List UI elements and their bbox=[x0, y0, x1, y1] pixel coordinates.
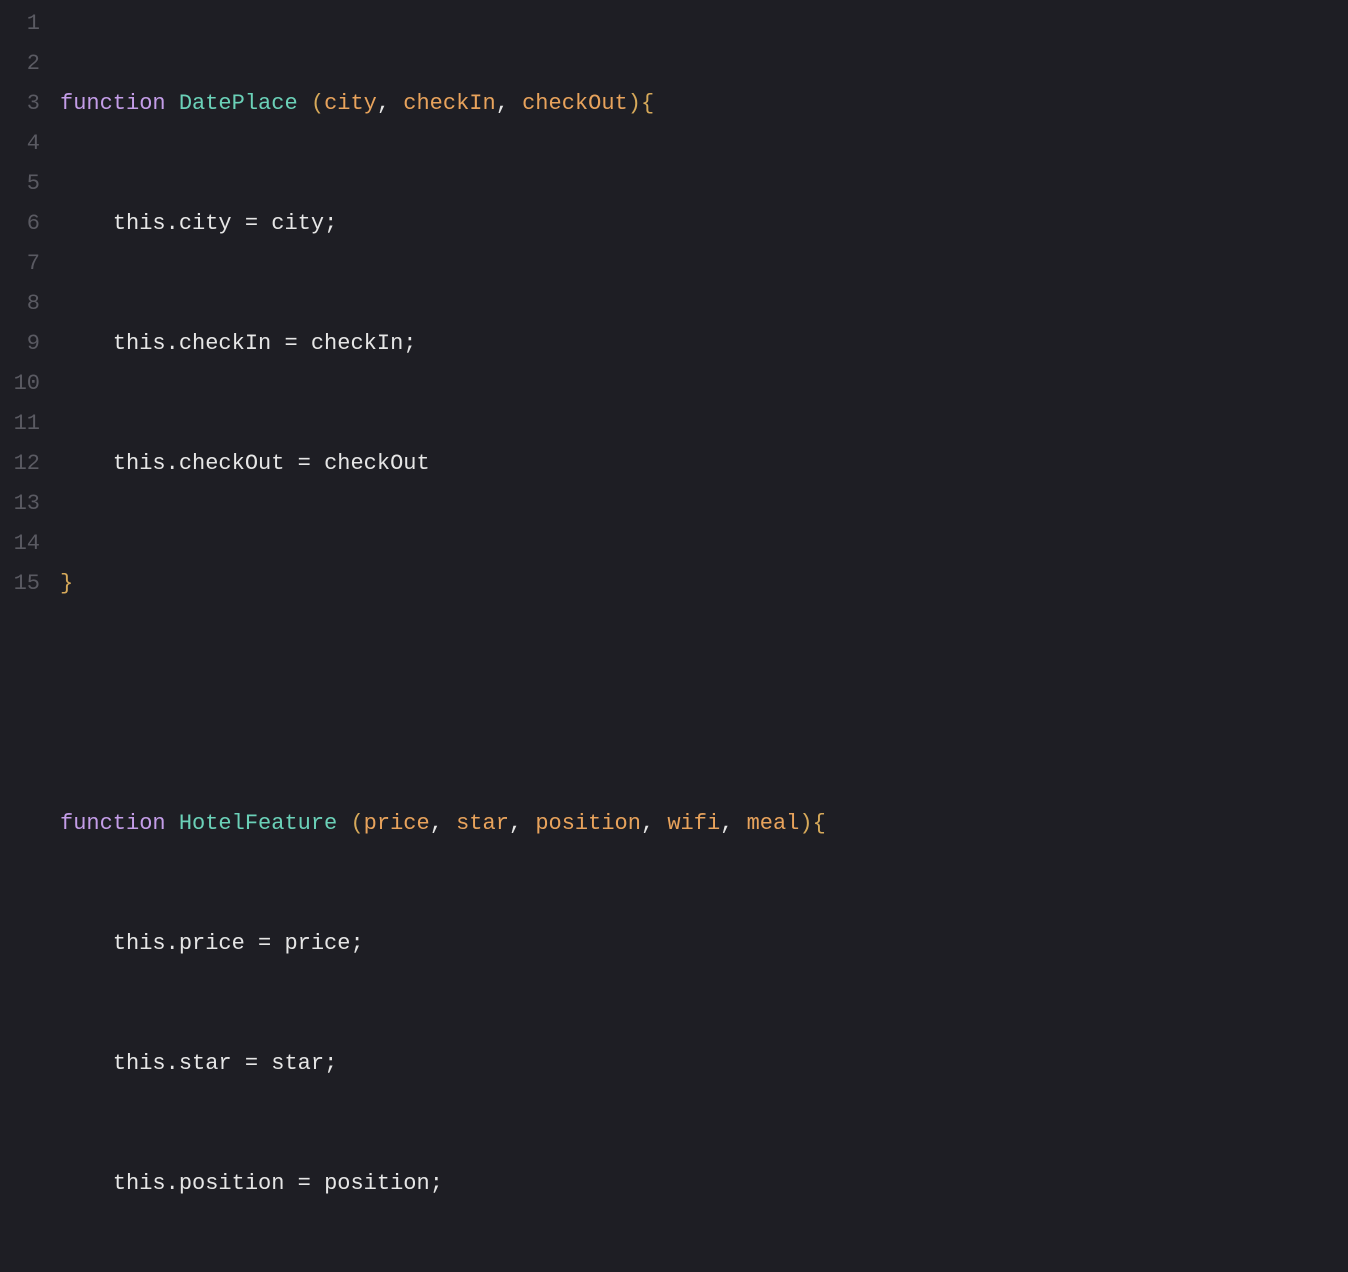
dot: . bbox=[166, 211, 179, 236]
code-line[interactable]: } bbox=[60, 564, 1348, 604]
keyword-function: function bbox=[60, 811, 166, 836]
code-line[interactable]: this.position = position; bbox=[60, 1164, 1348, 1204]
comma: , bbox=[377, 91, 403, 116]
code-line[interactable]: this.city = city; bbox=[60, 204, 1348, 244]
line-number: 4 bbox=[0, 124, 40, 164]
semicolon: ; bbox=[430, 1171, 443, 1196]
line-number: 10 bbox=[0, 364, 40, 404]
space bbox=[166, 811, 179, 836]
dot: . bbox=[166, 451, 179, 476]
line-number: 7 bbox=[0, 244, 40, 284]
equals: = bbox=[232, 1051, 272, 1076]
ident-price: price bbox=[284, 931, 350, 956]
comma: , bbox=[430, 811, 456, 836]
equals: = bbox=[232, 211, 272, 236]
prop-position: position bbox=[179, 1171, 285, 1196]
param-position: position bbox=[535, 811, 641, 836]
prop-checkIn: checkIn bbox=[179, 331, 271, 356]
function-name: DatePlace bbox=[179, 91, 298, 116]
brace-close: } bbox=[60, 571, 73, 596]
line-number: 12 bbox=[0, 444, 40, 484]
param-meal: meal bbox=[747, 811, 800, 836]
line-number: 15 bbox=[0, 564, 40, 604]
prop-checkOut: checkOut bbox=[179, 451, 285, 476]
function-name: HotelFeature bbox=[179, 811, 337, 836]
ident-position: position bbox=[324, 1171, 430, 1196]
comma: , bbox=[496, 91, 522, 116]
space bbox=[337, 811, 350, 836]
this-keyword: this bbox=[113, 451, 166, 476]
equals: = bbox=[271, 331, 311, 356]
comma: , bbox=[720, 811, 746, 836]
this-keyword: this bbox=[113, 1051, 166, 1076]
param-checkIn: checkIn bbox=[403, 91, 495, 116]
ident-checkIn: checkIn bbox=[311, 331, 403, 356]
code-line[interactable]: this.checkOut = checkOut bbox=[60, 444, 1348, 484]
line-number: 1 bbox=[0, 4, 40, 44]
code-line[interactable]: function DatePlace (city, checkIn, check… bbox=[60, 84, 1348, 124]
this-keyword: this bbox=[113, 931, 166, 956]
paren-close: ) bbox=[799, 811, 812, 836]
line-number: 3 bbox=[0, 84, 40, 124]
line-number: 2 bbox=[0, 44, 40, 84]
paren-open: ( bbox=[311, 91, 324, 116]
semicolon: ; bbox=[403, 331, 416, 356]
this-keyword: this bbox=[113, 331, 166, 356]
dot: . bbox=[166, 931, 179, 956]
comma: , bbox=[641, 811, 667, 836]
line-number: 8 bbox=[0, 284, 40, 324]
line-number: 5 bbox=[0, 164, 40, 204]
param-wifi: wifi bbox=[667, 811, 720, 836]
line-number: 9 bbox=[0, 324, 40, 364]
space bbox=[166, 91, 179, 116]
comma: , bbox=[509, 811, 535, 836]
code-line[interactable]: this.price = price; bbox=[60, 924, 1348, 964]
prop-star: star bbox=[179, 1051, 232, 1076]
ident-city: city bbox=[271, 211, 324, 236]
brace-open: { bbox=[813, 811, 826, 836]
param-city: city bbox=[324, 91, 377, 116]
code-line[interactable]: this.checkIn = checkIn; bbox=[60, 324, 1348, 364]
equals: = bbox=[245, 931, 285, 956]
code-line[interactable]: function HotelFeature (price, star, posi… bbox=[60, 804, 1348, 844]
dot: . bbox=[166, 1171, 179, 1196]
line-number: 6 bbox=[0, 204, 40, 244]
this-keyword: this bbox=[113, 211, 166, 236]
equals: = bbox=[284, 1171, 324, 1196]
prop-price: price bbox=[179, 931, 245, 956]
ident-star: star bbox=[271, 1051, 324, 1076]
paren-close: ) bbox=[628, 91, 641, 116]
ident-checkOut: checkOut bbox=[324, 451, 430, 476]
semicolon: ; bbox=[324, 1051, 337, 1076]
code-area[interactable]: function DatePlace (city, checkIn, check… bbox=[60, 4, 1348, 636]
paren-open: ( bbox=[350, 811, 363, 836]
space bbox=[298, 91, 311, 116]
prop-city: city bbox=[179, 211, 232, 236]
code-line[interactable]: this.star = star; bbox=[60, 1044, 1348, 1084]
semicolon: ; bbox=[350, 931, 363, 956]
dot: . bbox=[166, 1051, 179, 1076]
dot: . bbox=[166, 331, 179, 356]
param-star: star bbox=[456, 811, 509, 836]
code-line[interactable] bbox=[60, 684, 1348, 724]
line-number: 11 bbox=[0, 404, 40, 444]
param-price: price bbox=[364, 811, 430, 836]
code-editor[interactable]: 1 2 3 4 5 6 7 8 9 10 11 12 13 14 15 func… bbox=[0, 0, 1348, 636]
equals: = bbox=[284, 451, 324, 476]
semicolon: ; bbox=[324, 211, 337, 236]
param-checkOut: checkOut bbox=[522, 91, 628, 116]
brace-open: { bbox=[641, 91, 654, 116]
line-number-gutter: 1 2 3 4 5 6 7 8 9 10 11 12 13 14 15 bbox=[0, 4, 60, 636]
keyword-function: function bbox=[60, 91, 166, 116]
line-number: 14 bbox=[0, 524, 40, 564]
line-number: 13 bbox=[0, 484, 40, 524]
this-keyword: this bbox=[113, 1171, 166, 1196]
